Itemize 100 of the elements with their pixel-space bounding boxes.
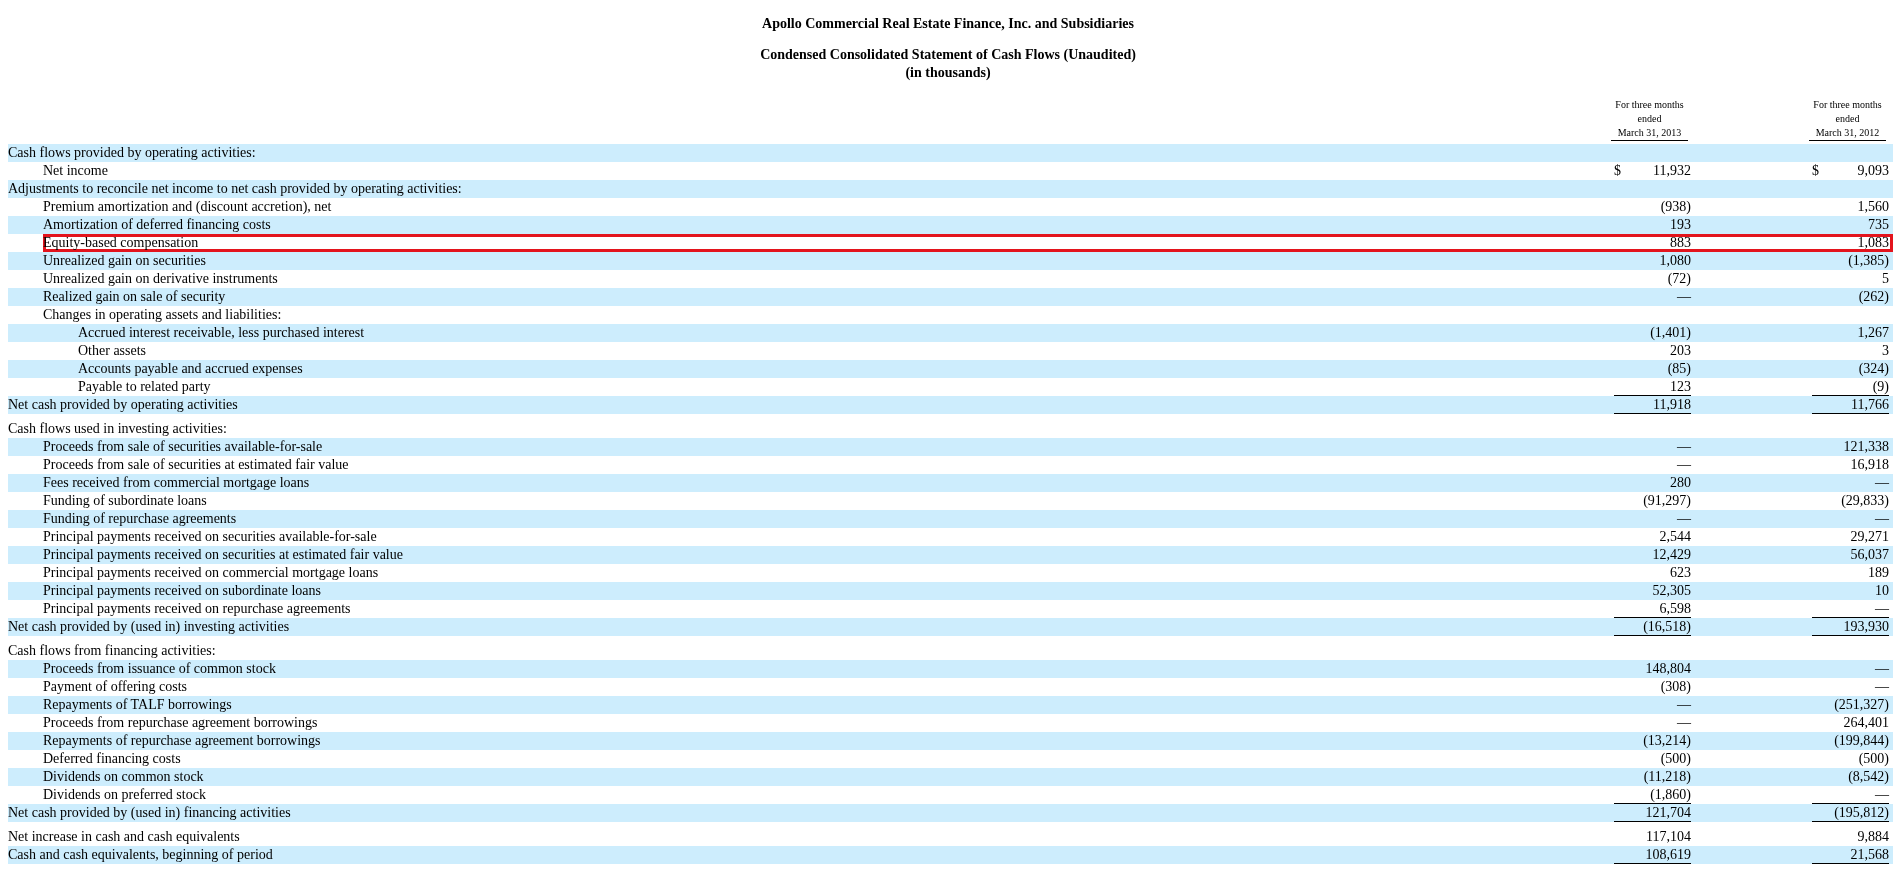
line-item-label: Principal payments received on subordinate loans: [43, 582, 322, 600]
amount: 623: [1670, 564, 1691, 582]
amount: (1,401): [1650, 324, 1691, 342]
statement-title: Condensed Consolidated Statement of Cash Flows (Unaudited): [760, 46, 1136, 64]
amount: 9,093: [1857, 162, 1889, 180]
amount: 21,568: [1850, 846, 1889, 863]
amount: 2,544: [1659, 528, 1691, 546]
line-item-label: Amortization of deferred financing costs: [43, 216, 272, 234]
amount: (29,833): [1841, 492, 1889, 510]
amount: (72): [1667, 270, 1691, 288]
amount: 189: [1868, 564, 1889, 582]
line-item-label: Unrealized gain on derivative instruments: [43, 270, 279, 288]
amount: (11,218): [1643, 768, 1691, 786]
line-item-label: Net income: [43, 162, 109, 180]
line-item-label: Fees received from commercial mortgage loans: [43, 474, 311, 492]
amount: —: [1875, 510, 1889, 528]
line-item-label: Payable to related party: [78, 378, 212, 396]
amount: (262): [1858, 288, 1889, 306]
amount: 3: [1882, 342, 1889, 360]
column-header: For three months ended March 31, 2013: [1611, 98, 1688, 141]
amount: (91,297): [1643, 492, 1691, 510]
amount: —: [1875, 678, 1889, 696]
amount: —: [1875, 786, 1889, 803]
line-item-label: Net increase in cash and cash equivalents: [8, 828, 241, 846]
amount: 883: [1670, 234, 1691, 252]
amount: 16,918: [1850, 456, 1889, 474]
amount: —: [1677, 696, 1691, 714]
amount: 280: [1670, 474, 1691, 492]
line-item-label: Accrued interest receivable, less purchased interest: [78, 324, 366, 342]
line-item-label: Funding of subordinate loans: [43, 492, 208, 510]
amount: 108,619: [1645, 846, 1691, 863]
line-item-label: Accounts payable and accrued expenses: [78, 360, 304, 378]
amount: —: [1875, 474, 1889, 492]
amount: 29,271: [1850, 528, 1889, 546]
amount: —: [1677, 714, 1691, 732]
amount: 52,305: [1652, 582, 1691, 600]
company-title: Apollo Commercial Real Estate Finance, Inc. and Subsidiaries: [762, 15, 1134, 33]
amount: (13,214): [1643, 732, 1691, 750]
amount: —: [1677, 288, 1691, 306]
amount: (1,860): [1650, 786, 1691, 803]
amount: 11,766: [1851, 396, 1889, 413]
amount: 6,598: [1659, 600, 1691, 617]
amount: (9): [1872, 378, 1889, 395]
line-item-label: Funding of repurchase agreements: [43, 510, 238, 528]
amount: 12,429: [1652, 546, 1691, 564]
amount: 1,560: [1857, 198, 1889, 216]
amount: (195,812): [1834, 804, 1889, 821]
amount: (938): [1660, 198, 1691, 216]
line-item-label: Principal payments received on securities available-for-sale: [43, 528, 378, 546]
amount: 56,037: [1850, 546, 1889, 564]
line-item-label: Other assets: [78, 342, 148, 360]
amount: —: [1677, 510, 1691, 528]
line-item-label: Net cash provided by (used in) investing activities: [8, 618, 291, 636]
amount: —: [1875, 600, 1889, 617]
amount: (1,385): [1848, 252, 1889, 270]
line-item-label: Principal payments received on repurchase agreements: [43, 600, 352, 618]
line-item-label: Changes in operating assets and liabilities:: [43, 306, 283, 324]
amount: 148,804: [1645, 660, 1691, 678]
line-item-label: Proceeds from sale of securities at estimated fair value: [43, 456, 350, 474]
amount: 193,930: [1843, 618, 1889, 635]
amount: (251,327): [1834, 696, 1889, 714]
line-item-label: Net cash provided by (used in) financing activities: [8, 804, 292, 822]
amount: (500): [1660, 750, 1691, 768]
amount: (324): [1858, 360, 1889, 378]
amount: —: [1875, 660, 1889, 678]
amount: 203: [1670, 342, 1691, 360]
line-item-label: Proceeds from repurchase agreement borrowings: [43, 714, 319, 732]
line-item-label: Proceeds from sale of securities available-for-sale: [43, 438, 324, 456]
line-item-label: Cash and cash equivalents, beginning of period: [8, 846, 274, 864]
amount: 1,080: [1659, 252, 1691, 270]
line-item-label: Payment of offering costs: [43, 678, 188, 696]
amount: 9,884: [1857, 828, 1889, 846]
amount: (8,542): [1848, 768, 1889, 786]
line-item-label: Net cash provided by operating activities: [8, 396, 239, 414]
amount: (308): [1660, 678, 1691, 696]
column-header: For three months ended March 31, 2012: [1809, 98, 1886, 141]
amount: 123: [1670, 378, 1691, 395]
line-item-label: Principal payments received on securities at estimated fair value: [43, 546, 404, 564]
amount: —: [1677, 456, 1691, 474]
line-item-label: Deferred financing costs: [43, 750, 182, 768]
amount: (500): [1858, 750, 1889, 768]
amount: —: [1677, 438, 1691, 456]
amount: (199,844): [1834, 732, 1889, 750]
amount: 117,104: [1646, 828, 1691, 846]
amount: (16,518): [1643, 618, 1691, 635]
amount: 121,338: [1843, 438, 1889, 456]
amount: 11,918: [1653, 396, 1691, 413]
amount: 264,401: [1843, 714, 1889, 732]
units-note: (in thousands): [905, 64, 991, 82]
line-item-label: Repayments of repurchase agreement borrowings: [43, 732, 322, 750]
amount: 193: [1670, 216, 1691, 234]
line-item-label: Unrealized gain on securities: [43, 252, 207, 270]
amount: 1,083: [1857, 234, 1889, 252]
amount: 5: [1882, 270, 1889, 288]
line-item-label: Dividends on preferred stock: [43, 786, 207, 804]
line-item-label: Cash flows used in investing activities:: [8, 420, 228, 438]
line-item-label: Cash flows provided by operating activities:: [8, 144, 257, 162]
amount: 11,932: [1653, 162, 1691, 180]
line-item-label: Proceeds from issuance of common stock: [43, 660, 277, 678]
amount: 1,267: [1857, 324, 1889, 342]
